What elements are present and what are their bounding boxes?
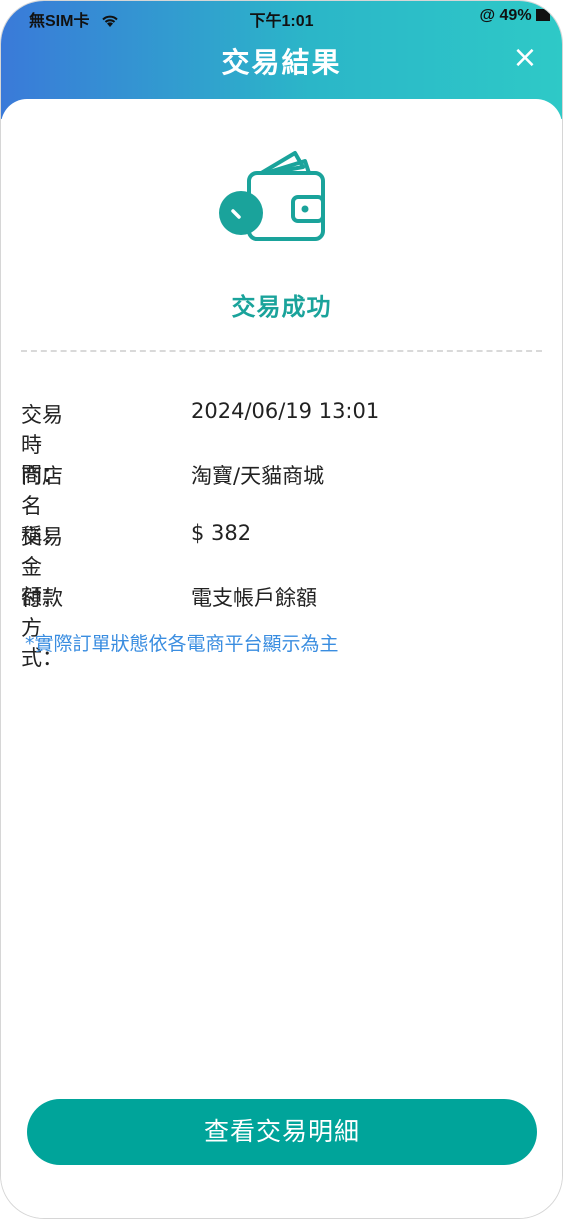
content-sheet: [1, 99, 562, 1218]
page-title: 交易結果: [221, 46, 342, 79]
clock: 下午1:01: [249, 13, 314, 30]
dashed-divider: [21, 350, 542, 352]
battery-indicator: @ 49%: [479, 7, 550, 25]
lock-rotation-icon: @: [479, 7, 496, 24]
wallet-check-icon: [213, 147, 333, 247]
view-transaction-details-button[interactable]: 查看交易明細: [27, 1099, 537, 1165]
screen: 無SIM卡 下午1:01 @ 49% 交易結果 × 交易成功 交易時間： 202…: [0, 0, 563, 1219]
order-status-note: *實際訂單狀態依各電商平台顯示為主: [25, 633, 339, 655]
status-bar: 無SIM卡 下午1:01 @ 49%: [1, 5, 562, 30]
transaction-status: 交易成功: [231, 293, 332, 321]
detail-value: $ 382: [191, 521, 252, 545]
detail-value: 2024/06/19 13:01: [191, 399, 380, 423]
detail-value: 電支帳戶餘額: [191, 586, 317, 610]
battery-icon: [536, 9, 550, 21]
detail-value: 淘寶/天貓商城: [191, 464, 325, 488]
detail-label: 付款方式：: [21, 586, 63, 670]
battery-percent: 49%: [499, 7, 532, 24]
close-button[interactable]: ×: [510, 43, 540, 73]
